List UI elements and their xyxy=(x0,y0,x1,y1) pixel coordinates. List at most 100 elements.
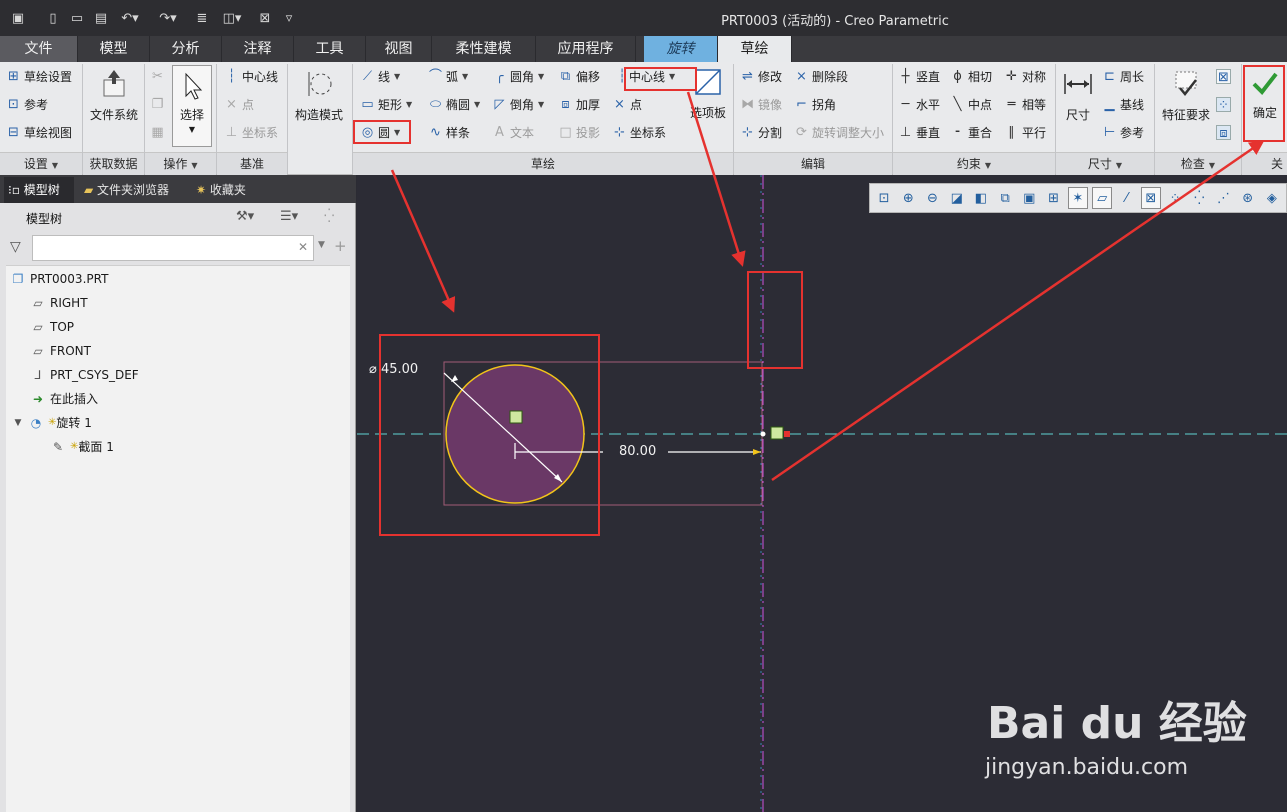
midpoint-constraint-button[interactable]: ╲ 中点 xyxy=(950,93,992,115)
datum-point-button[interactable]: × 点 xyxy=(224,93,254,115)
perspective-icon[interactable]: ⊞ xyxy=(1043,187,1063,209)
datum-centerline-button[interactable]: ┆ 中心线 xyxy=(224,65,278,87)
add-icon[interactable]: + xyxy=(334,237,347,255)
tree-node-insert-here[interactable]: ➜ 在此插入 xyxy=(30,389,98,409)
baseline-button[interactable]: ▁ 基线 xyxy=(1102,93,1145,115)
annotation-display-icon[interactable]: ⋰ xyxy=(1213,187,1233,209)
perpendicular-constraint-button[interactable]: ⊥ 垂直 xyxy=(898,121,940,143)
tab-revolve[interactable]: 旋转 xyxy=(644,36,718,62)
display-style-icon[interactable]: ◧ xyxy=(971,187,991,209)
constraint-display-icon[interactable]: ⊠ xyxy=(1140,187,1161,209)
fillet-button[interactable]: ╭ 圆角 ▼ xyxy=(492,65,545,87)
spline-button[interactable]: ∿ 样条 xyxy=(428,121,470,143)
zoom-in-icon[interactable]: ⊕ xyxy=(898,187,918,209)
reference-dimension-button[interactable]: ⊢ 参考 xyxy=(1102,121,1144,143)
text-button[interactable]: A 文本 xyxy=(492,121,534,143)
save-icon[interactable]: ▤ xyxy=(92,8,110,28)
copy-icon[interactable]: ❐ xyxy=(150,93,168,115)
arc-button[interactable]: ⌒ 弧 ▼ xyxy=(428,65,468,87)
mirror-button[interactable]: ⧓ 镜像 xyxy=(740,93,782,115)
tab-tools[interactable]: 工具 xyxy=(294,36,366,62)
search-input[interactable] xyxy=(32,235,314,261)
distance-dimension[interactable]: 80.00 xyxy=(619,444,656,459)
graphics-window[interactable]: ⌀ 45.00 80.00 ⊡ ⊕ ⊖ ◪ ◧ ⧉ ▣ ⊞ ✶ ▱ ⁄ ⊠ ⁘ … xyxy=(357,175,1287,812)
tree-node-front[interactable]: ▱ FRONT xyxy=(30,341,91,361)
tab-view[interactable]: 视图 xyxy=(366,36,432,62)
spin-center-icon[interactable]: ⊛ xyxy=(1238,187,1258,209)
corner-button[interactable]: ⌐ 拐角 xyxy=(794,93,836,115)
cut-icon[interactable]: ✂ xyxy=(150,65,168,87)
datum-display-icon[interactable]: ✶ xyxy=(1067,187,1088,209)
tab-sketch[interactable]: 草绘 xyxy=(718,36,792,62)
sketch-point-button[interactable]: × 点 xyxy=(612,93,642,115)
show-list-icon[interactable]: ☰▾ xyxy=(280,209,298,224)
tree-node-right[interactable]: ▱ RIGHT xyxy=(30,293,87,313)
refit-icon[interactable]: ⊡ xyxy=(874,187,894,209)
sketch-csys-button[interactable]: ⊹ 坐标系 xyxy=(612,121,666,143)
zoom-out-icon[interactable]: ⊖ xyxy=(922,187,942,209)
window-icon[interactable]: ◫▾ xyxy=(218,8,246,28)
references-button[interactable]: ⊡ 参考 xyxy=(6,93,48,115)
thicken-button[interactable]: ⧈ 加厚 xyxy=(558,93,600,115)
tab-favorites[interactable]: ✷ 收藏夹 xyxy=(192,177,262,203)
app-icon[interactable]: ▣ xyxy=(8,8,28,28)
chamfer-button[interactable]: ◸ 倒角 ▼ xyxy=(492,93,545,115)
clear-icon[interactable]: ✕ xyxy=(298,240,308,254)
tab-applications[interactable]: 应用程序 xyxy=(536,36,636,62)
tree-node-part[interactable]: ❐ PRT0003.PRT xyxy=(10,269,109,289)
vertex-display-icon[interactable]: ⁛ xyxy=(1189,187,1209,209)
sketch-view-icon[interactable]: ▱ xyxy=(1092,187,1113,209)
group-dimension[interactable]: 尺寸 ▼ xyxy=(1056,152,1154,175)
delete-segment-button[interactable]: ⨯ 删除段 xyxy=(794,65,848,87)
view-manager-icon[interactable]: ▣ xyxy=(1019,187,1039,209)
feature-requirements-button[interactable]: 特征要求 xyxy=(1158,68,1214,123)
equal-constraint-button[interactable]: ═ 相等 xyxy=(1004,93,1046,115)
dimension-button[interactable]: 尺寸 xyxy=(1058,68,1098,123)
horizontal-constraint-button[interactable]: ─ 水平 xyxy=(898,93,940,115)
group-constrain[interactable]: 约束 ▼ xyxy=(893,152,1055,175)
customize-icon[interactable]: ▿ xyxy=(282,8,296,28)
chevron-down-icon[interactable]: ▼ xyxy=(318,240,325,250)
project-button[interactable]: □ 投影 xyxy=(558,121,600,143)
line-button[interactable]: ⟋ 线 ▼ xyxy=(360,65,400,87)
select-button[interactable]: 选择 ▼ xyxy=(172,65,212,147)
sketch-setup-button[interactable]: ⊞ 草绘设置 xyxy=(6,65,72,87)
shading-icon[interactable]: ◈ xyxy=(1262,187,1282,209)
tangent-constraint-button[interactable]: ϕ 相切 xyxy=(950,65,992,87)
tree-node-csys[interactable]: ⅃ PRT_CSYS_DEF xyxy=(30,365,139,385)
vertical-constraint-button[interactable]: ┼ 竖直 xyxy=(898,65,940,87)
offset-button[interactable]: ⧉ 偏移 xyxy=(558,65,600,87)
shade-closed-loops-icon[interactable]: ⁘ xyxy=(1216,93,1234,115)
ellipse-button[interactable]: ⬭ 椭圆 ▼ xyxy=(428,93,480,115)
grid-display-icon[interactable]: ⁘ xyxy=(1165,187,1185,209)
settings-icon[interactable]: ⚒▾ xyxy=(236,209,254,224)
tab-folder-browser[interactable]: ▰ 文件夹浏览器 xyxy=(80,177,184,203)
paste-icon[interactable]: ▦ xyxy=(150,121,168,143)
tree-filter-icon[interactable]: ⁛ xyxy=(324,209,334,224)
repaint-icon[interactable]: ◪ xyxy=(947,187,967,209)
overlapping-geometry-icon[interactable]: ⧈ xyxy=(1216,121,1234,143)
tab-model[interactable]: 模型 xyxy=(78,36,150,62)
close-icon[interactable]: ⊠ xyxy=(256,8,274,28)
regenerate-icon[interactable]: ≣ xyxy=(192,8,212,28)
rectangle-button[interactable]: ▭ 矩形 ▼ xyxy=(360,93,412,115)
construction-mode-button[interactable]: 构造模式 xyxy=(290,68,348,123)
dimension-display-icon[interactable]: ⁄ xyxy=(1116,187,1136,209)
tree-node-top[interactable]: ▱ TOP xyxy=(30,317,74,337)
datum-csys-button[interactable]: ⊥ 坐标系 xyxy=(224,121,278,143)
filter-icon[interactable]: ▽ xyxy=(10,239,21,255)
modify-button[interactable]: ⇌ 修改 xyxy=(740,65,782,87)
tree-node-section[interactable]: ✎ ✳ 截面 1 xyxy=(50,437,114,457)
expand-icon[interactable]: ▼ xyxy=(12,413,24,433)
sketch-view-button[interactable]: ⊟ 草绘视图 xyxy=(6,121,72,143)
perimeter-button[interactable]: ⊏ 周长 xyxy=(1102,65,1144,87)
saved-orientations-icon[interactable]: ⧉ xyxy=(995,187,1015,209)
redo-icon[interactable]: ↷▾ xyxy=(154,8,182,28)
tab-flexible-modeling[interactable]: 柔性建模 xyxy=(432,36,536,62)
undo-icon[interactable]: ↶▾ xyxy=(116,8,144,28)
divide-button[interactable]: ⊹ 分割 xyxy=(740,121,782,143)
tab-annotate[interactable]: 注释 xyxy=(222,36,294,62)
symmetric-constraint-button[interactable]: ✛ 对称 xyxy=(1004,65,1046,87)
tab-file[interactable]: 文件 xyxy=(0,36,78,62)
rotate-resize-button[interactable]: ⟳ 旋转调整大小 xyxy=(794,121,884,143)
